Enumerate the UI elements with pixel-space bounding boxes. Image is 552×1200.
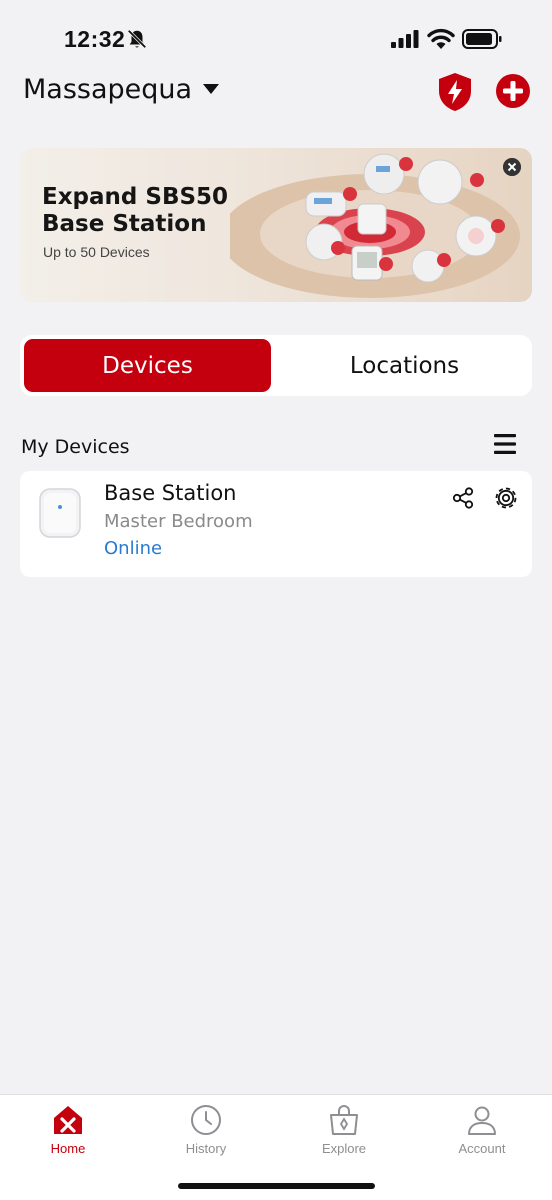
tab-locations[interactable]: Locations [281,339,528,392]
tab-history-label: History [185,1141,227,1156]
menu-icon[interactable] [493,433,517,455]
header: Massapequa [0,64,552,120]
my-devices-heading: My Devices [21,436,130,458]
shield-bolt-icon[interactable] [437,72,473,112]
device-status: Online [104,538,163,559]
gear-icon[interactable] [494,486,518,510]
share-icon[interactable] [452,487,474,509]
bell-off-icon [127,29,147,49]
status-time: 12:32 [64,26,126,52]
tab-history[interactable]: History [156,1103,256,1163]
location-title[interactable]: Massapequa [23,74,192,105]
device-name: Base Station [104,481,237,505]
tab-explore-label: Explore [321,1141,367,1156]
close-icon[interactable] [503,158,521,176]
bag-icon [330,1105,358,1135]
plus-circle-icon[interactable] [495,73,531,109]
person-icon [468,1106,496,1135]
device-room: Master Bedroom [104,511,253,532]
devices-illustration [230,153,520,298]
tab-explore[interactable]: Explore [294,1103,394,1163]
base-station-device-icon [39,488,81,538]
clock-icon [191,1105,221,1135]
home-indicator [178,1183,375,1189]
banner-subtitle: Up to 50 Devices [43,244,150,260]
tab-home[interactable]: Home [18,1103,118,1163]
battery-icon [462,29,502,49]
wifi-icon [427,28,455,49]
cellular-signal-icon [391,30,419,48]
banner-title: Expand SBS50 Base Station [42,184,229,237]
view-segmented-control: Devices Locations [20,335,532,396]
tab-devices[interactable]: Devices [24,339,271,392]
device-card-base-station[interactable]: Base Station Master Bedroom Online [20,471,532,577]
tab-account-label: Account [458,1141,506,1156]
chevron-down-icon[interactable] [203,83,219,95]
tab-account[interactable]: Account [432,1103,532,1163]
promo-banner[interactable]: Expand SBS50 Base Station Up to 50 Devic… [20,148,532,302]
tab-home-label: Home [50,1141,86,1156]
home-x-icon [54,1106,82,1134]
